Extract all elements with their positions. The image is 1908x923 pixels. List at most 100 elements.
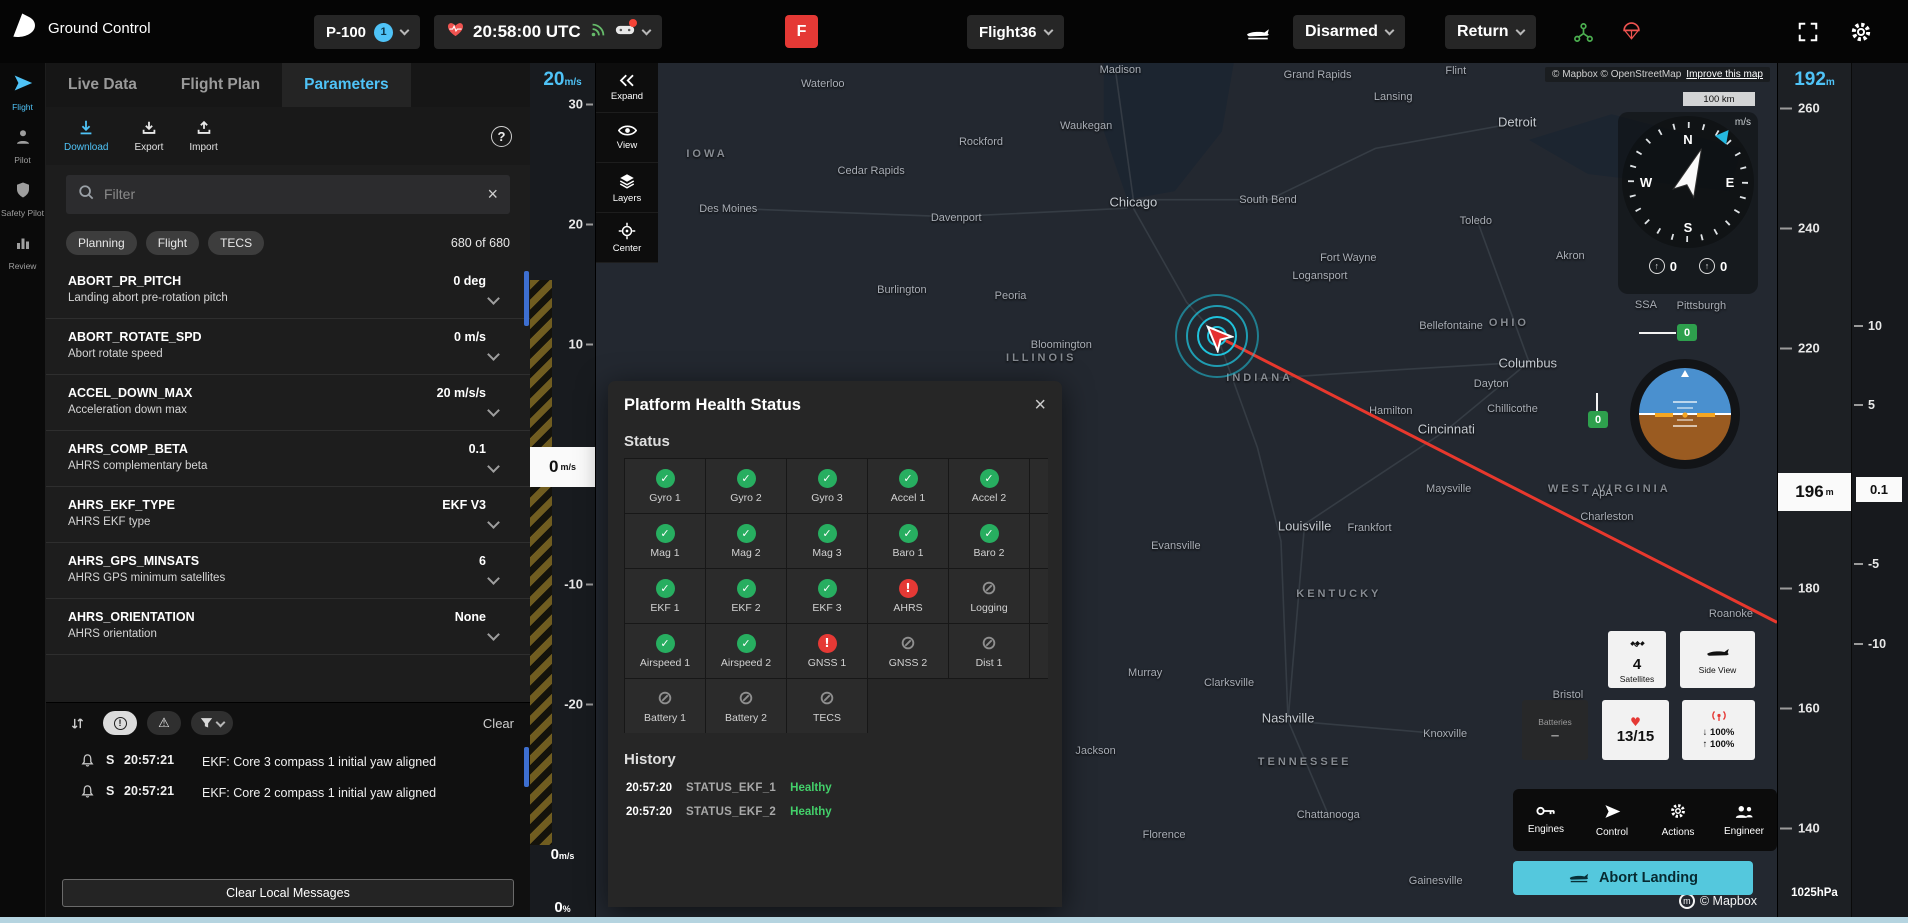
chevron-down-icon — [641, 25, 651, 35]
scrollbar-thumb[interactable] — [524, 747, 529, 787]
parameter-description: AHRS GPS minimum satellites — [68, 568, 479, 584]
chevron-down-icon[interactable] — [487, 628, 500, 641]
health-cell: ✓Mag 2 — [705, 513, 787, 569]
parameter-row[interactable]: AHRS_EKF_TYPEAHRS EKF typeEKF V3 — [46, 487, 530, 543]
clear-filter-icon[interactable]: × — [487, 185, 498, 203]
health-cell: ✓EKF 1 — [624, 568, 706, 624]
network-tree-icon[interactable] — [1570, 19, 1596, 45]
parameter-row[interactable]: AHRS_GPS_MINSATSAHRS GPS minimum satelli… — [46, 543, 530, 599]
control-button[interactable]: Control — [1579, 789, 1645, 851]
export-button[interactable]: Export — [134, 119, 163, 153]
center-button[interactable]: Center — [596, 213, 658, 263]
parameter-row[interactable]: ABORT_PR_PITCHLanding abort pre-rotation… — [46, 263, 530, 319]
vehicle-action-bar: Engines Control Actions Engineer — [1513, 789, 1777, 851]
tape-tick-label: -20 — [564, 697, 583, 712]
improve-map-link[interactable]: Improve this map — [1686, 69, 1763, 80]
flight-mode-selector[interactable]: Return — [1445, 15, 1536, 49]
chevron-down-icon[interactable] — [487, 404, 500, 417]
link-quality-tile[interactable]: ↓ 100% ↑ 100% — [1682, 700, 1755, 760]
mapbox-logo[interactable]: m © Mapbox — [1679, 893, 1757, 909]
parameter-row[interactable]: ACCEL_DOWN_MAXAcceleration down max20 m/… — [46, 375, 530, 431]
warning-filter-toggle[interactable]: ⚠ — [147, 711, 181, 735]
message-list[interactable]: S20:57:21EKF: Core 3 compass 1 initial y… — [46, 743, 530, 873]
clear-local-messages-button[interactable]: Clear Local Messages — [62, 879, 514, 907]
chevron-down-icon — [1515, 25, 1525, 35]
eye-icon — [618, 124, 637, 137]
chevron-down-icon[interactable] — [487, 516, 500, 529]
view-button[interactable]: View — [596, 113, 658, 163]
nav-item-pilot[interactable]: Pilot — [0, 128, 46, 165]
chevron-down-icon[interactable] — [487, 348, 500, 361]
health-cell: ✓Baro 2 — [948, 513, 1030, 569]
flight-selector[interactable]: Flight36 — [967, 15, 1064, 49]
health-cell-label: GNSS 1 — [808, 657, 847, 669]
check-circle-icon: ✓ — [980, 469, 999, 488]
filter-chip[interactable]: Flight — [146, 231, 199, 255]
download-button[interactable]: Download — [64, 119, 108, 153]
fullscreen-icon[interactable] — [1795, 19, 1821, 45]
gamepad-icon — [615, 22, 635, 42]
parameter-row[interactable]: ABORT_ROTATE_SPDAbort rotate speed0 m/s — [46, 319, 530, 375]
chevron-down-icon[interactable] — [487, 292, 500, 305]
nav-item-flight[interactable]: Flight — [0, 73, 46, 112]
error-circle-icon: ! — [818, 634, 837, 653]
parachute-recovery-icon[interactable] — [1618, 19, 1644, 45]
health-cell-label: Battery 1 — [644, 712, 686, 724]
antenna-icon — [1710, 709, 1728, 727]
health-cell-label: EKF 3 — [812, 602, 841, 614]
import-button[interactable]: Import — [189, 119, 217, 153]
expand-button[interactable]: Expand — [596, 63, 658, 113]
health-cell-label: Gyro 1 — [649, 492, 681, 504]
vehicle-count-badge: 1 — [374, 23, 393, 42]
health-cell: ! GNSS 1 — [786, 623, 868, 679]
tab-live-data[interactable]: Live Data — [46, 63, 159, 107]
arm-state-selector[interactable]: Disarmed — [1293, 15, 1405, 49]
health-cell: ⊘Battery 1 — [624, 678, 706, 733]
failsafe-badge[interactable]: F — [785, 15, 818, 48]
scrollbar-thumb[interactable] — [524, 271, 529, 326]
filter-input[interactable] — [104, 186, 477, 202]
health-cell-label: Mag 1 — [650, 547, 679, 559]
battery-health-tile[interactable]: ♥ 13/15 — [1602, 700, 1669, 760]
sort-messages-button[interactable] — [62, 711, 93, 735]
tab-flight-plan[interactable]: Flight Plan — [159, 63, 282, 107]
gear-icon — [1669, 802, 1687, 823]
bottom-strip — [0, 917, 1908, 923]
message-filter-dropdown[interactable] — [191, 711, 233, 735]
actions-button[interactable]: Actions — [1645, 789, 1711, 851]
info-filter-toggle[interactable]: ! — [103, 711, 137, 735]
vehicle-selector[interactable]: P-100 1 — [314, 15, 420, 49]
tab-parameters[interactable]: Parameters — [282, 63, 410, 107]
chevron-down-icon[interactable] — [487, 460, 500, 473]
nav-item-review[interactable]: Review — [0, 234, 46, 271]
layers-button[interactable]: Layers — [596, 163, 658, 213]
parameter-list[interactable]: ABORT_PR_PITCHLanding abort pre-rotation… — [46, 263, 530, 702]
abort-landing-button[interactable]: Abort Landing — [1513, 861, 1753, 895]
close-icon[interactable]: × — [1034, 395, 1046, 415]
health-cell: ✓Baro 1 — [867, 513, 949, 569]
health-cell: ✓Airspeed 1 — [624, 623, 706, 679]
clock-status-pill[interactable]: 20:58:00 UTC — [434, 15, 662, 49]
side-view-tile[interactable]: Side View — [1680, 631, 1755, 688]
nav-item-safety-pilot[interactable]: Safety Pilot — [0, 181, 46, 218]
compass-rose: N E S W — [1618, 112, 1758, 252]
current-altitude-box: 196m — [1778, 473, 1851, 511]
parameter-row[interactable]: AHRS_COMP_BETAAHRS complementary beta0.1 — [46, 431, 530, 487]
clear-messages-button[interactable]: Clear — [483, 716, 514, 731]
settings-gear-icon[interactable] — [1848, 19, 1874, 45]
parameters-panel: Live Data Flight Plan Parameters Downloa… — [46, 63, 530, 917]
svg-text:E: E — [1726, 175, 1735, 190]
filter-chip[interactable]: TECS — [208, 231, 264, 255]
engineer-button[interactable]: Engineer — [1711, 789, 1777, 851]
parameter-row[interactable]: AHRS_ORIENTATIONAHRS orientationNone — [46, 599, 530, 655]
help-button[interactable]: ? — [491, 126, 512, 147]
chevron-down-icon[interactable] — [487, 572, 500, 585]
exclamation-circle-icon: ! — [114, 717, 127, 730]
health-cell-label: Airspeed 2 — [721, 657, 771, 669]
health-cell-label: Dist 1 — [976, 657, 1003, 669]
satellites-tile[interactable]: 4 Satellites — [1608, 631, 1666, 688]
parameter-name: AHRS_EKF_TYPE — [68, 495, 442, 512]
engines-button[interactable]: Engines — [1513, 789, 1579, 851]
tape-tick-label: 10 — [1868, 319, 1882, 333]
filter-chip[interactable]: Planning — [66, 231, 137, 255]
